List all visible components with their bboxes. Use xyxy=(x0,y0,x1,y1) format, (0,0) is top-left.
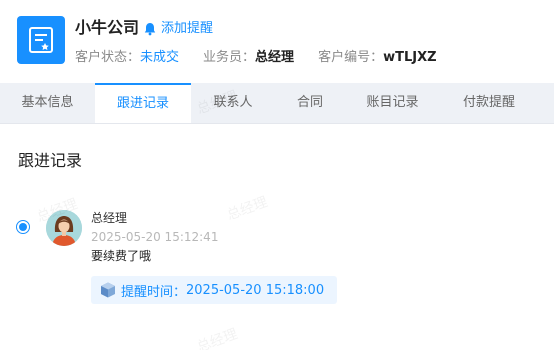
customer-code-value: wTLJXZ xyxy=(383,50,437,65)
salesperson-label: 业务员： xyxy=(203,50,256,65)
salesperson-value: 总经理 xyxy=(255,50,295,65)
add-reminder-label: 添加提醒 xyxy=(161,21,214,36)
watermark: 总经理 xyxy=(224,194,270,224)
company-name: 小牛公司 xyxy=(75,18,140,37)
record-radio[interactable] xyxy=(16,220,30,234)
record-content: 要续费了哦 xyxy=(91,249,152,263)
status-label: 客户状态： xyxy=(75,50,141,65)
avatar xyxy=(46,210,82,246)
tab-follow-up[interactable]: 跟进记录 xyxy=(95,83,191,123)
watermark: 总经理 xyxy=(194,326,240,350)
tab-contracts[interactable]: 合同 xyxy=(275,83,345,123)
tab-bar: 基本信息 跟进记录 联系人 合同 账目记录 付款提醒 xyxy=(0,83,554,124)
reminder-time-tag: 提醒时间： 2025-05-20 15:18:00 xyxy=(91,276,337,304)
tab-contacts[interactable]: 联系人 xyxy=(191,83,275,123)
company-document-icon xyxy=(17,16,65,64)
customer-meta: 客户状态： 未成交 业务员： 总经理 客户编号： wTLJXZ xyxy=(75,49,461,67)
section-title: 跟进记录 xyxy=(18,151,83,170)
tab-accounts[interactable]: 账目记录 xyxy=(345,83,440,123)
tab-basic-info[interactable]: 基本信息 xyxy=(0,83,95,123)
add-reminder-link[interactable]: 添加提醒 xyxy=(143,20,213,38)
bell-icon xyxy=(144,23,156,36)
reminder-time-label: 提醒时间： xyxy=(121,284,187,300)
customer-code-label: 客户编号： xyxy=(318,50,384,65)
tab-payment-reminder[interactable]: 付款提醒 xyxy=(440,83,538,123)
customer-header: 小牛公司 添加提醒 客户状态： 未成交 业务员： 总经理 客户编号： wTLJX… xyxy=(0,0,554,83)
record-author: 总经理 xyxy=(91,211,128,225)
package-icon xyxy=(101,282,115,298)
record-timestamp: 2025-05-20 15:12:41 xyxy=(91,230,219,244)
status-value: 未成交 xyxy=(140,50,180,65)
reminder-time-value: 2025-05-20 15:18:00 xyxy=(186,282,325,298)
